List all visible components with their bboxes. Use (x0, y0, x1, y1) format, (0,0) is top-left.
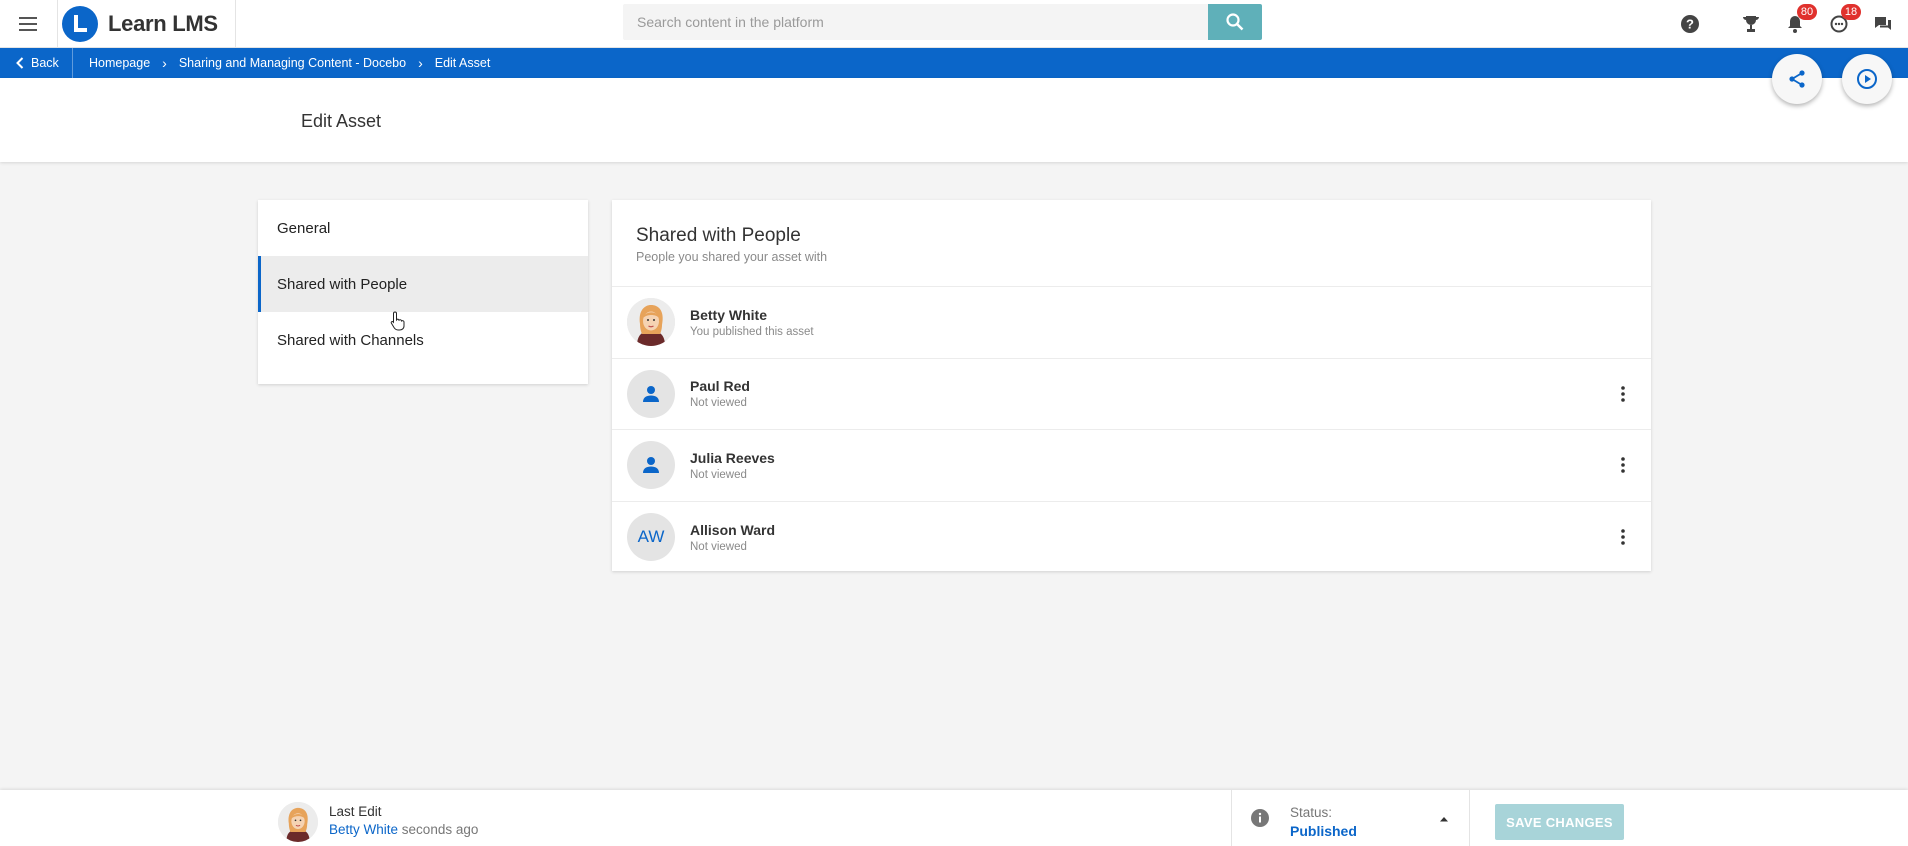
caret-up-icon (1440, 817, 1448, 822)
search-button[interactable] (1208, 4, 1262, 40)
person-status: Not viewed (690, 397, 747, 410)
status-value: Published (1290, 823, 1357, 839)
list-item: Betty White You published this asset (612, 287, 1651, 359)
list-item: Paul Red Not viewed (612, 359, 1651, 430)
back-label: Back (31, 56, 59, 70)
panel-title: Shared with People (636, 225, 801, 246)
status-label: Status: (1290, 805, 1333, 820)
app-name: Learn LMS (108, 11, 218, 36)
breadcrumb-course[interactable]: Sharing and Managing Content - Docebo (179, 56, 406, 70)
bell-icon[interactable]: 80 (1781, 4, 1817, 38)
person-icon (643, 457, 659, 474)
person-name: Paul Red (690, 378, 750, 395)
list-item: Julia Reeves Not viewed (612, 430, 1651, 502)
breadcrumb-current: Edit Asset (434, 56, 491, 70)
page-title: Edit Asset (301, 111, 382, 131)
logo-icon (62, 6, 98, 42)
avatar (278, 802, 318, 842)
app-logo[interactable]: Learn LMS (62, 4, 218, 44)
menu-item-label: Shared with People (277, 275, 408, 293)
search-input[interactable]: Search content in the platform (623, 4, 1209, 40)
save-changes-button[interactable]: SAVE CHANGES (1495, 804, 1624, 840)
info-icon[interactable] (1250, 808, 1270, 828)
menu-item-shared-with-channels[interactable]: Shared with Channels (258, 312, 588, 368)
message-badge: 18 (1841, 4, 1861, 20)
page-header: Edit Asset (0, 78, 1908, 162)
menu-item-label: General (277, 219, 331, 237)
status-dropdown[interactable]: Status: Published (1231, 790, 1470, 846)
breadcrumb-homepage[interactable]: Homepage (89, 56, 150, 70)
avatar: AW (627, 513, 675, 562)
more-options-icon[interactable] (1613, 453, 1633, 477)
share-icon (1789, 70, 1805, 88)
top-header: Learn LMS Search content in the platform… (0, 0, 1908, 48)
avatar (627, 441, 675, 490)
chevron-right-icon: › (418, 55, 423, 71)
footer-bar: Last Edit Betty White seconds ago Status… (0, 790, 1908, 846)
play-button[interactable] (1842, 54, 1892, 104)
panel-subtitle: People you shared your asset with (636, 250, 828, 264)
panel-header: Shared with People People you shared you… (612, 200, 1651, 287)
breadcrumb: Back Homepage › Sharing and Managing Con… (0, 48, 1908, 78)
user-photo-icon (627, 298, 675, 347)
menu-icon[interactable] (0, 0, 58, 48)
avatar-initials: AW (637, 527, 665, 547)
menu-item-shared-with-people[interactable]: Shared with People (258, 256, 588, 312)
search-icon (1226, 13, 1244, 31)
avatar (627, 369, 675, 418)
back-button[interactable]: Back (0, 48, 73, 78)
chat-bubble-icon[interactable]: 18 (1825, 4, 1861, 38)
menu-item-general[interactable]: General (258, 200, 588, 256)
shared-with-people-panel: Shared with People People you shared you… (612, 200, 1651, 571)
chevron-right-icon: › (162, 55, 167, 71)
search-placeholder: Search content in the platform (637, 14, 824, 30)
person-status: Not viewed (690, 540, 747, 553)
trophy-icon[interactable] (1737, 10, 1765, 38)
share-button[interactable] (1772, 54, 1822, 104)
breadcrumb-items: Homepage › Sharing and Managing Content … (89, 48, 490, 78)
more-options-icon[interactable] (1613, 382, 1633, 406)
last-edit-user[interactable]: Betty White (329, 822, 398, 837)
edit-asset-menu: General Shared with People Shared with C… (258, 200, 588, 384)
more-options-icon[interactable] (1613, 525, 1633, 549)
svg-text:?: ? (1686, 17, 1694, 32)
person-status: You published this asset (690, 325, 814, 338)
person-status: Not viewed (690, 468, 747, 481)
person-name: Allison Ward (690, 521, 776, 538)
person-name: Betty White (690, 306, 767, 323)
user-photo-icon (278, 802, 318, 842)
forum-icon[interactable] (1869, 10, 1897, 38)
person-name: Julia Reeves (690, 449, 775, 466)
person-icon (643, 385, 659, 402)
hand-cursor-icon (390, 311, 406, 336)
list-item: AW Allison Ward Not viewed (612, 502, 1651, 574)
header-divider (235, 0, 236, 48)
last-edit-time: seconds ago (401, 822, 479, 837)
avatar (627, 298, 675, 347)
help-icon[interactable]: ? (1676, 10, 1704, 38)
last-edit-label: Last Edit (329, 804, 382, 819)
notification-badge: 80 (1797, 4, 1817, 20)
play-circle-icon (1857, 69, 1877, 89)
last-edit-info: Last Edit Betty White seconds ago (329, 804, 478, 837)
chevron-left-icon (16, 57, 24, 69)
